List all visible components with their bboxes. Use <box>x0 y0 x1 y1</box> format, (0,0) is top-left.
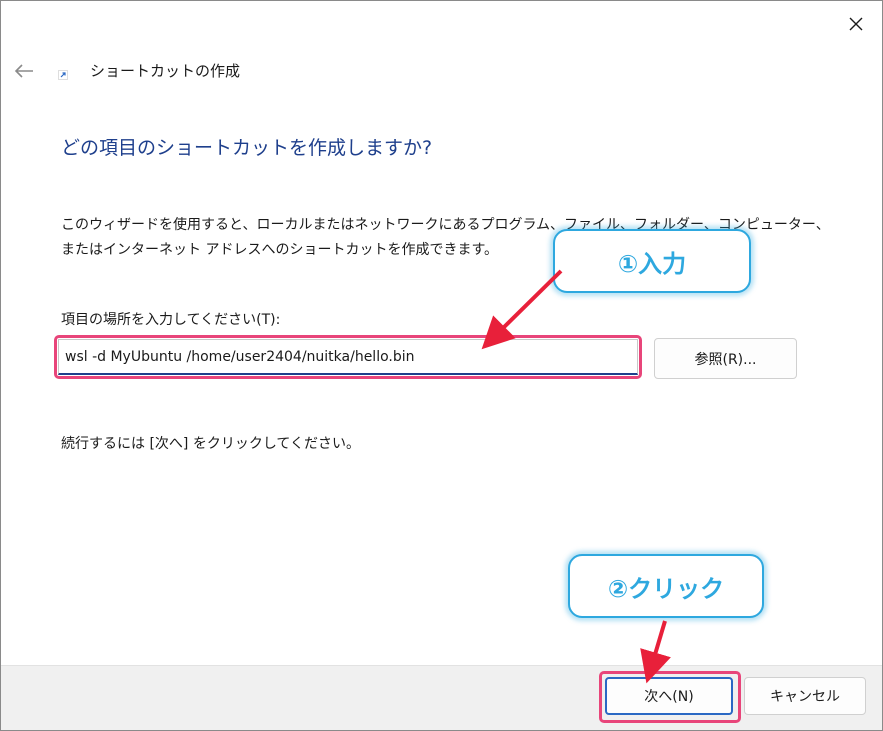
instruction-text: 続行するには [次へ] をクリックしてください。 <box>61 436 360 452</box>
cancel-button[interactable]: キャンセル <box>744 677 866 715</box>
browse-button[interactable]: 参照(R)... <box>654 338 797 379</box>
dialog-title: ショートカットの作成 <box>90 62 241 80</box>
back-arrow-icon <box>14 64 33 78</box>
arrow-to-input <box>481 269 563 350</box>
location-label: 項目の場所を入力してください(T): <box>61 312 281 328</box>
shortcut-wizard-window: ショートカットの作成 どの項目のショートカットを作成しますか? このウィザードを… <box>0 0 883 731</box>
shortcut-icon <box>58 70 68 80</box>
next-button[interactable]: 次へ(N) <box>605 677 733 715</box>
back-button[interactable] <box>11 59 37 83</box>
close-button[interactable] <box>838 7 874 41</box>
location-input[interactable] <box>58 339 638 375</box>
close-icon <box>849 17 863 31</box>
callout-input: ①入力 <box>553 229 751 293</box>
arrow-to-next <box>640 620 671 684</box>
page-heading: どの項目のショートカットを作成しますか? <box>61 137 433 159</box>
callout-click: ②クリック <box>568 554 764 618</box>
titlebar <box>1 1 882 45</box>
